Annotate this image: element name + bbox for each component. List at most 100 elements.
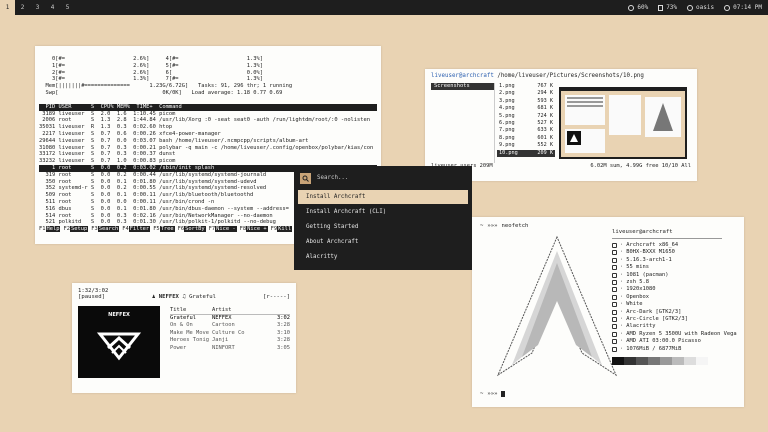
track-row[interactable]: Heroes Tonig Janji 3:28: [170, 337, 290, 344]
cpu-icon: [612, 331, 617, 337]
file-item[interactable]: 2.png 294 K: [497, 90, 555, 97]
music-note-icon: ♫: [182, 294, 186, 300]
neofetch-prompt: ~»»» neofetch: [480, 223, 529, 229]
music-player-window[interactable]: 1:32/3:02 [paused] ♟ NEFFEX ♫ Grateful […: [72, 283, 296, 393]
info-row: · White: [612, 301, 740, 308]
os-icon: [612, 243, 617, 248]
color-swatch: [636, 357, 648, 366]
launcher-item[interactable]: Install Archcraft (CLI): [298, 205, 468, 219]
battery-icon: [658, 4, 664, 11]
info-row: · Arc-Circle [GTK2/3]: [612, 316, 740, 323]
search-input[interactable]: Search...: [317, 175, 348, 181]
fkey-setup[interactable]: F2Setup: [63, 226, 89, 233]
workspace-3[interactable]: 3: [30, 0, 45, 15]
launcher-item[interactable]: Alacritty: [298, 250, 468, 264]
info-row: · 1081 (pacman): [612, 272, 740, 279]
file-item[interactable]: 7.png 633 K: [497, 127, 555, 134]
wm-icon: [612, 294, 617, 300]
fkey-nice[interactable]: F8Nice +: [240, 226, 268, 233]
track-row[interactable]: Make Me Move Culture Co 3:10: [170, 330, 290, 337]
process-row[interactable]: 33172 liveuser S 0.7 0.3 0:00.37 dunst: [39, 151, 377, 158]
color-swatch: [612, 357, 624, 366]
now-playing: ♟ NEFFEX ♫ Grateful: [151, 294, 217, 300]
process-row[interactable]: 3189 liveuser S 2.0 1.6 1:10.45 picom: [39, 111, 377, 118]
info-row: · 55 mins: [612, 264, 740, 271]
playlist: Title Artist Grateful NEFFEX 3:02 On & On Ca…: [160, 306, 290, 378]
file-item[interactable]: 1.png 767 K: [497, 83, 555, 90]
workspace-2[interactable]: 2: [15, 0, 30, 15]
file-manager-window[interactable]: liveuser@archcraft /home/liveuser/Pictur…: [425, 69, 697, 181]
track-row[interactable]: On & On Cartoon 3:28: [170, 322, 290, 329]
fkey-nice[interactable]: F7Nice -: [209, 226, 237, 233]
kernel-icon: [612, 257, 617, 263]
user-host: liveuser@archcraft: [612, 229, 673, 235]
network-indicator[interactable]: oasis: [687, 4, 714, 11]
launcher-search[interactable]: Search...: [300, 170, 466, 186]
cpu-meter-0: 0[#= 2.6%] 4[#= 1.3%]: [39, 56, 263, 62]
file-item[interactable]: 9.png 552 K: [497, 142, 555, 149]
info-row: · AMD ATI 03:00.0 Picasso: [612, 338, 740, 345]
track-row[interactable]: Grateful NEFFEX 3:02: [170, 315, 290, 322]
process-table-header[interactable]: PID USER S CPU% MEM% TIME+ Command: [39, 103, 377, 111]
color-swatch: [684, 357, 696, 366]
fkey-tree[interactable]: F5Tree: [153, 226, 175, 233]
process-row[interactable]: 2217 liveuser S 0.7 0.6 0:00.26 xfce4-po…: [39, 131, 377, 138]
fkey-search[interactable]: F3Search: [91, 226, 120, 233]
fkey-sortby[interactable]: F6SortBy: [178, 226, 206, 233]
volume-icon: [628, 4, 635, 11]
terminal-icon: [612, 324, 617, 330]
cpu-meter-1: 1[#= 2.6%] 5[#= 1.3%]: [39, 62, 263, 69]
system-info: liveuser@archcraft · Archcraft x86_64 · B0H…: [612, 229, 740, 366]
gtk-theme-icon: [612, 309, 617, 315]
info-row: · Archcraft x86_64: [612, 242, 740, 249]
file-item[interactable]: 6.png 527 K: [497, 120, 555, 127]
process-row[interactable]: 33232 liveuser S 0.7 1.0 0:00.83 picom: [39, 158, 377, 165]
shell-prompt: ~»»»: [480, 391, 506, 397]
fkey-filter[interactable]: F4Filter: [122, 226, 151, 233]
process-row[interactable]: 31080 liveuser S 0.7 0.3 0:00.21 polybar…: [39, 145, 377, 152]
workspace-5[interactable]: 5: [60, 0, 75, 15]
file-item[interactable]: 10.png 209 K: [496, 149, 555, 158]
top-bar: 1 2 3 4 5 60% 73% oasis 07:14 PM: [0, 0, 768, 15]
file-item[interactable]: 5.png 724 K: [497, 113, 555, 120]
process-row[interactable]: 35031 liveuser R 1.3 0.3 0:02.60 htop: [39, 124, 377, 131]
path-user: liveuser@archcraft: [431, 73, 494, 79]
info-row: · Arc-Dark [GTK2/3]: [612, 309, 740, 316]
memory-meter: Mem[|||||||#============== 1.23G/6.72G] …: [39, 83, 293, 90]
arch-logo: [496, 235, 618, 377]
uptime-icon: [612, 265, 617, 271]
packages-icon: [612, 272, 617, 278]
system-tray: 60% 73% oasis 07:14 PM: [628, 0, 762, 15]
workspace-4[interactable]: 4: [45, 0, 60, 15]
app-launcher[interactable]: Search... Install Archcraft Install Archc…: [294, 166, 472, 270]
playlist-header: Title Artist: [170, 306, 290, 315]
info-row: · 5.16.3-arch1-1: [612, 257, 740, 264]
path-text: /home/liveuser/Pictures/Screenshots/10.p…: [497, 73, 644, 79]
folder-screenshots[interactable]: Screenshots: [431, 83, 494, 90]
volume-indicator[interactable]: 60%: [628, 4, 648, 11]
info-row: · zsh 5.8: [612, 279, 740, 286]
process-row[interactable]: 29644 liveuser S 0.7 0.0 0:03.07 bash /h…: [39, 138, 377, 145]
file-item[interactable]: 4.png 681 K: [497, 105, 555, 112]
clock-icon: [724, 4, 731, 11]
launcher-item[interactable]: About Archcraft: [298, 235, 468, 249]
battery-indicator[interactable]: 73%: [658, 4, 677, 11]
file-item[interactable]: 8.png 601 K: [497, 135, 555, 142]
fkey-kill[interactable]: F9Kill: [271, 226, 293, 233]
album-cover: NEFFEX: [78, 306, 160, 378]
image-preview: [555, 83, 691, 163]
file-item[interactable]: 3.png 593 K: [497, 98, 555, 105]
track-row[interactable]: Power NINFORT 3:05: [170, 345, 290, 352]
clock[interactable]: 07:14 PM: [724, 4, 762, 11]
info-row: · 1920x1080: [612, 286, 740, 293]
launcher-item[interactable]: Install Archcraft: [298, 190, 468, 204]
workspace-1[interactable]: 1: [0, 0, 15, 15]
color-swatch: [672, 357, 684, 366]
fkey-help[interactable]: F1Help: [39, 226, 61, 233]
playback-state: [paused]: [78, 294, 105, 300]
neofetch-terminal[interactable]: ~»»» neofetch liveuser@archcraft · Archcra…: [472, 217, 744, 407]
host-icon: [612, 250, 617, 256]
process-row[interactable]: 2006 root S 1.3 2.8 1:44.84 /usr/lib/Xor…: [39, 117, 377, 124]
launcher-item[interactable]: Getting Started: [298, 220, 468, 234]
cpu-meter-3: 3[#= 1.3%] 7[#= 1.3%]: [39, 76, 263, 83]
